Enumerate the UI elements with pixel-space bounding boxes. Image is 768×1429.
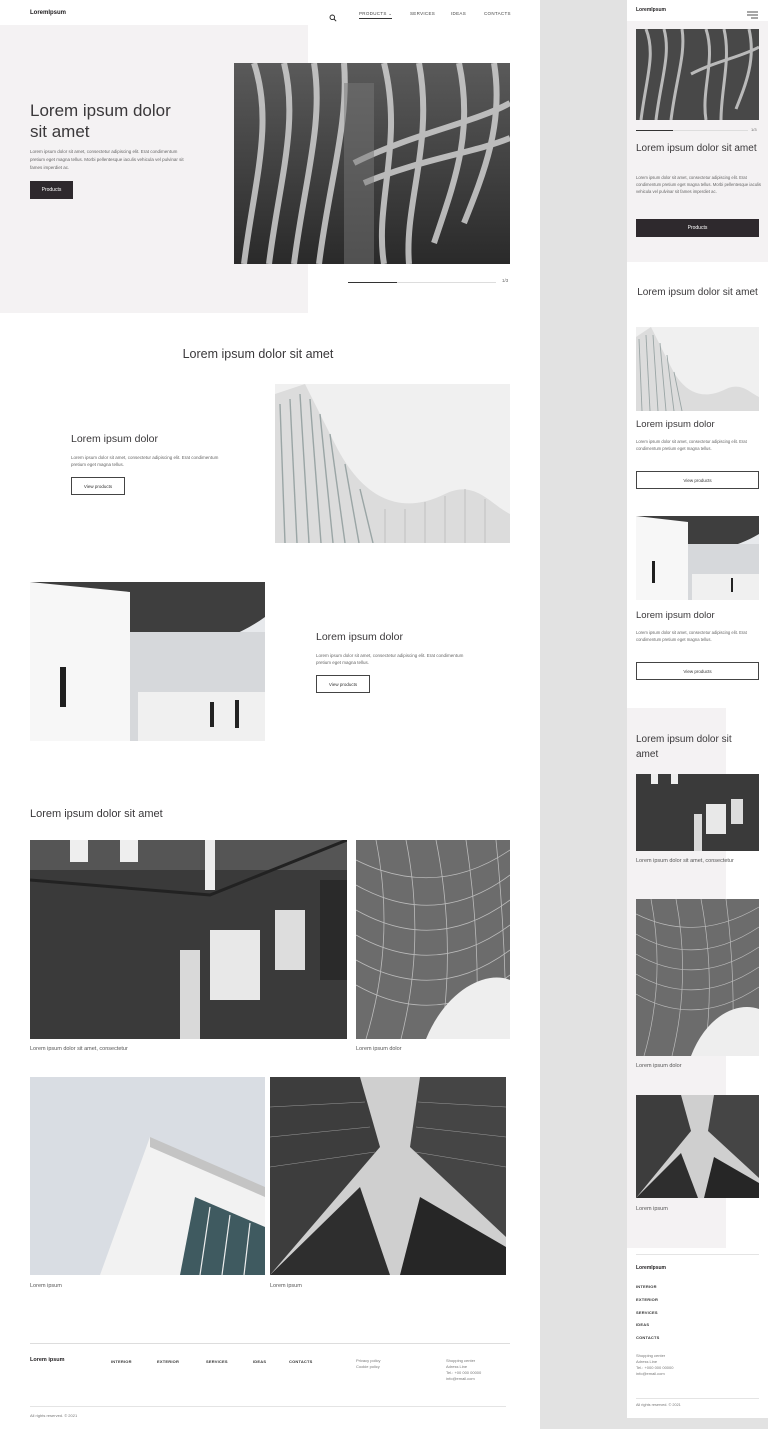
mobile-page: LoremIpsum 1/3 Lorem ipsum dolor sit ame… bbox=[627, 0, 768, 1418]
footer-link-services[interactable]: SERVICES bbox=[206, 1359, 228, 1364]
desktop-page: LoremIpsum PRODUCTS ⌄ SERVICES IDEAS CON… bbox=[0, 0, 540, 1429]
mobile-slider-track[interactable] bbox=[636, 130, 748, 131]
mobile-slider-progress bbox=[636, 130, 673, 131]
footer-link-contacts[interactable]: CONTACTS bbox=[289, 1359, 313, 1364]
hero-title: Lorem ipsum dolor sit amet bbox=[30, 100, 171, 142]
footer-copyright: All rights reserved. © 2021 bbox=[30, 1413, 78, 1418]
mobile-feature-2-text: Lorem ipsum dolor sit amet, consectetur … bbox=[636, 630, 747, 642]
hero-slider-progress bbox=[348, 282, 397, 283]
mobile-footer-link-ideas[interactable]: IDEAS bbox=[636, 1322, 660, 1335]
mobile-feature-2-title: Lorem ipsum dolor bbox=[636, 610, 715, 621]
feature-2-image bbox=[30, 582, 265, 741]
mobile-hero-title: Lorem ipsum dolor sit amet bbox=[636, 143, 757, 154]
mobile-gallery-title: Lorem ipsum dolor sit amet bbox=[636, 734, 732, 760]
mobile-footer-copyright: All rights reserved. © 2021 bbox=[636, 1403, 681, 1407]
footer-brand[interactable]: Lorem ipsum bbox=[30, 1357, 65, 1363]
mobile-footer-link-interior[interactable]: INTERIOR bbox=[636, 1284, 660, 1297]
gallery-image-4 bbox=[270, 1077, 506, 1275]
feature-1-text: Lorem ipsum dolor sit amet, consectetur … bbox=[71, 455, 219, 467]
hero-title-line2: sit amet bbox=[30, 122, 90, 141]
nav-products[interactable]: PRODUCTS ⌄ bbox=[359, 11, 393, 19]
mobile-footer-divider bbox=[636, 1254, 759, 1255]
gallery-image-3 bbox=[30, 1077, 265, 1275]
menu-icon[interactable] bbox=[747, 6, 758, 19]
gallery-caption-4: Lorem ipsum bbox=[270, 1283, 302, 1289]
feature-2-title: Lorem ipsum dolor bbox=[316, 631, 403, 643]
feature-1-title: Lorem ipsum dolor bbox=[71, 433, 158, 445]
gallery-caption-3: Lorem ipsum bbox=[30, 1283, 62, 1289]
mobile-footer-contact-email[interactable]: info@email.com bbox=[636, 1371, 673, 1377]
hero-image bbox=[234, 63, 510, 264]
search-icon[interactable] bbox=[329, 9, 337, 22]
footer-link-exterior[interactable]: EXTERIOR bbox=[157, 1359, 179, 1364]
mobile-gallery-caption-3: Lorem ipsum bbox=[636, 1206, 668, 1212]
mobile-gallery-caption-1: Lorem ipsum dolor sit amet, consectetur bbox=[636, 858, 734, 864]
cookie-policy-link[interactable]: Cookie policy bbox=[356, 1364, 380, 1370]
mobile-footer-link-services[interactable]: SERVICES bbox=[636, 1310, 660, 1323]
mobile-gallery-image-1 bbox=[636, 774, 759, 851]
gallery-image-2 bbox=[356, 840, 510, 1039]
footer-link-interior[interactable]: INTERIOR bbox=[111, 1359, 132, 1364]
footer-bottom-divider bbox=[30, 1406, 506, 1407]
gallery-caption-2: Lorem ipsum dolor bbox=[356, 1046, 402, 1052]
feature-1-image bbox=[275, 384, 510, 543]
mobile-feature-2-image bbox=[636, 516, 759, 600]
mobile-footer-link-exterior[interactable]: EXTERIOR bbox=[636, 1297, 660, 1310]
mobile-footer-contact: Shopping center Adress Line Tel.: +000 0… bbox=[636, 1353, 673, 1377]
mobile-slider-counter: 1/3 bbox=[751, 127, 757, 132]
mobile-section-title: Lorem ipsum dolor sit amet bbox=[637, 287, 758, 298]
mobile-footer-link-contacts[interactable]: CONTACTS bbox=[636, 1335, 660, 1348]
footer-contact: Shopping center Adress Line Tel.: +00 00… bbox=[446, 1358, 481, 1382]
mobile-feature-1-image bbox=[636, 327, 759, 411]
mobile-brand-logo[interactable]: LoremIpsum bbox=[636, 7, 666, 13]
mobile-hero-image bbox=[636, 29, 759, 120]
footer-link-ideas[interactable]: IDEAS bbox=[253, 1359, 266, 1364]
mobile-feature-1-text: Lorem ipsum dolor sit amet, consectetur … bbox=[636, 439, 747, 451]
nav-services[interactable]: SERVICES bbox=[410, 11, 435, 16]
hero-text: Lorem ipsum dolor sit amet, consectetur … bbox=[30, 149, 184, 170]
mobile-feature-1-view-products-button[interactable]: View products bbox=[636, 471, 759, 489]
mobile-footer-brand[interactable]: LoremIpsum bbox=[636, 1265, 666, 1271]
mobile-gallery-caption-2: Lorem ipsum dolor bbox=[636, 1063, 682, 1069]
mobile-footer-bottom-divider bbox=[636, 1398, 759, 1399]
mobile-feature-2-view-products-button[interactable]: View products bbox=[636, 662, 759, 680]
brand-logo[interactable]: LoremIpsum bbox=[30, 10, 66, 16]
gallery-title: Lorem ipsum dolor sit amet bbox=[30, 808, 163, 820]
section-title: Lorem ipsum dolor sit amet bbox=[182, 347, 334, 361]
feature-1-view-products-button[interactable]: View products bbox=[71, 477, 125, 495]
mobile-feature-1-title: Lorem ipsum dolor bbox=[636, 419, 715, 430]
hero-slider-counter: 1/3 bbox=[502, 278, 509, 283]
footer-policies: Privacy policy Cookie policy bbox=[356, 1358, 380, 1370]
chevron-down-icon: ⌄ bbox=[386, 11, 393, 16]
footer-divider bbox=[30, 1343, 510, 1344]
products-button[interactable]: Products bbox=[30, 181, 73, 199]
hero-slider-track[interactable] bbox=[348, 282, 496, 283]
mobile-gallery-image-3 bbox=[636, 1095, 759, 1198]
mobile-gallery-image-2 bbox=[636, 899, 759, 1056]
mobile-products-button[interactable]: Products bbox=[636, 219, 759, 237]
feature-2-view-products-button[interactable]: View products bbox=[316, 675, 370, 693]
gallery-image-1 bbox=[30, 840, 347, 1039]
footer-contact-email[interactable]: info@email.com bbox=[446, 1376, 481, 1382]
mobile-hero-text: Lorem ipsum dolor sit amet, consectetur … bbox=[636, 175, 761, 194]
mobile-footer-links: INTERIOR EXTERIOR SERVICES IDEAS CONTACT… bbox=[636, 1284, 660, 1348]
nav-contacts[interactable]: CONTACTS bbox=[484, 11, 511, 16]
hero-title-line1: Lorem ipsum dolor bbox=[30, 101, 171, 120]
gallery-caption-1: Lorem ipsum dolor sit amet, consectetur bbox=[30, 1046, 128, 1052]
nav-ideas[interactable]: IDEAS bbox=[451, 11, 466, 16]
feature-2-text: Lorem ipsum dolor sit amet, consectetur … bbox=[316, 653, 464, 665]
nav-products-label: PRODUCTS bbox=[359, 11, 387, 16]
